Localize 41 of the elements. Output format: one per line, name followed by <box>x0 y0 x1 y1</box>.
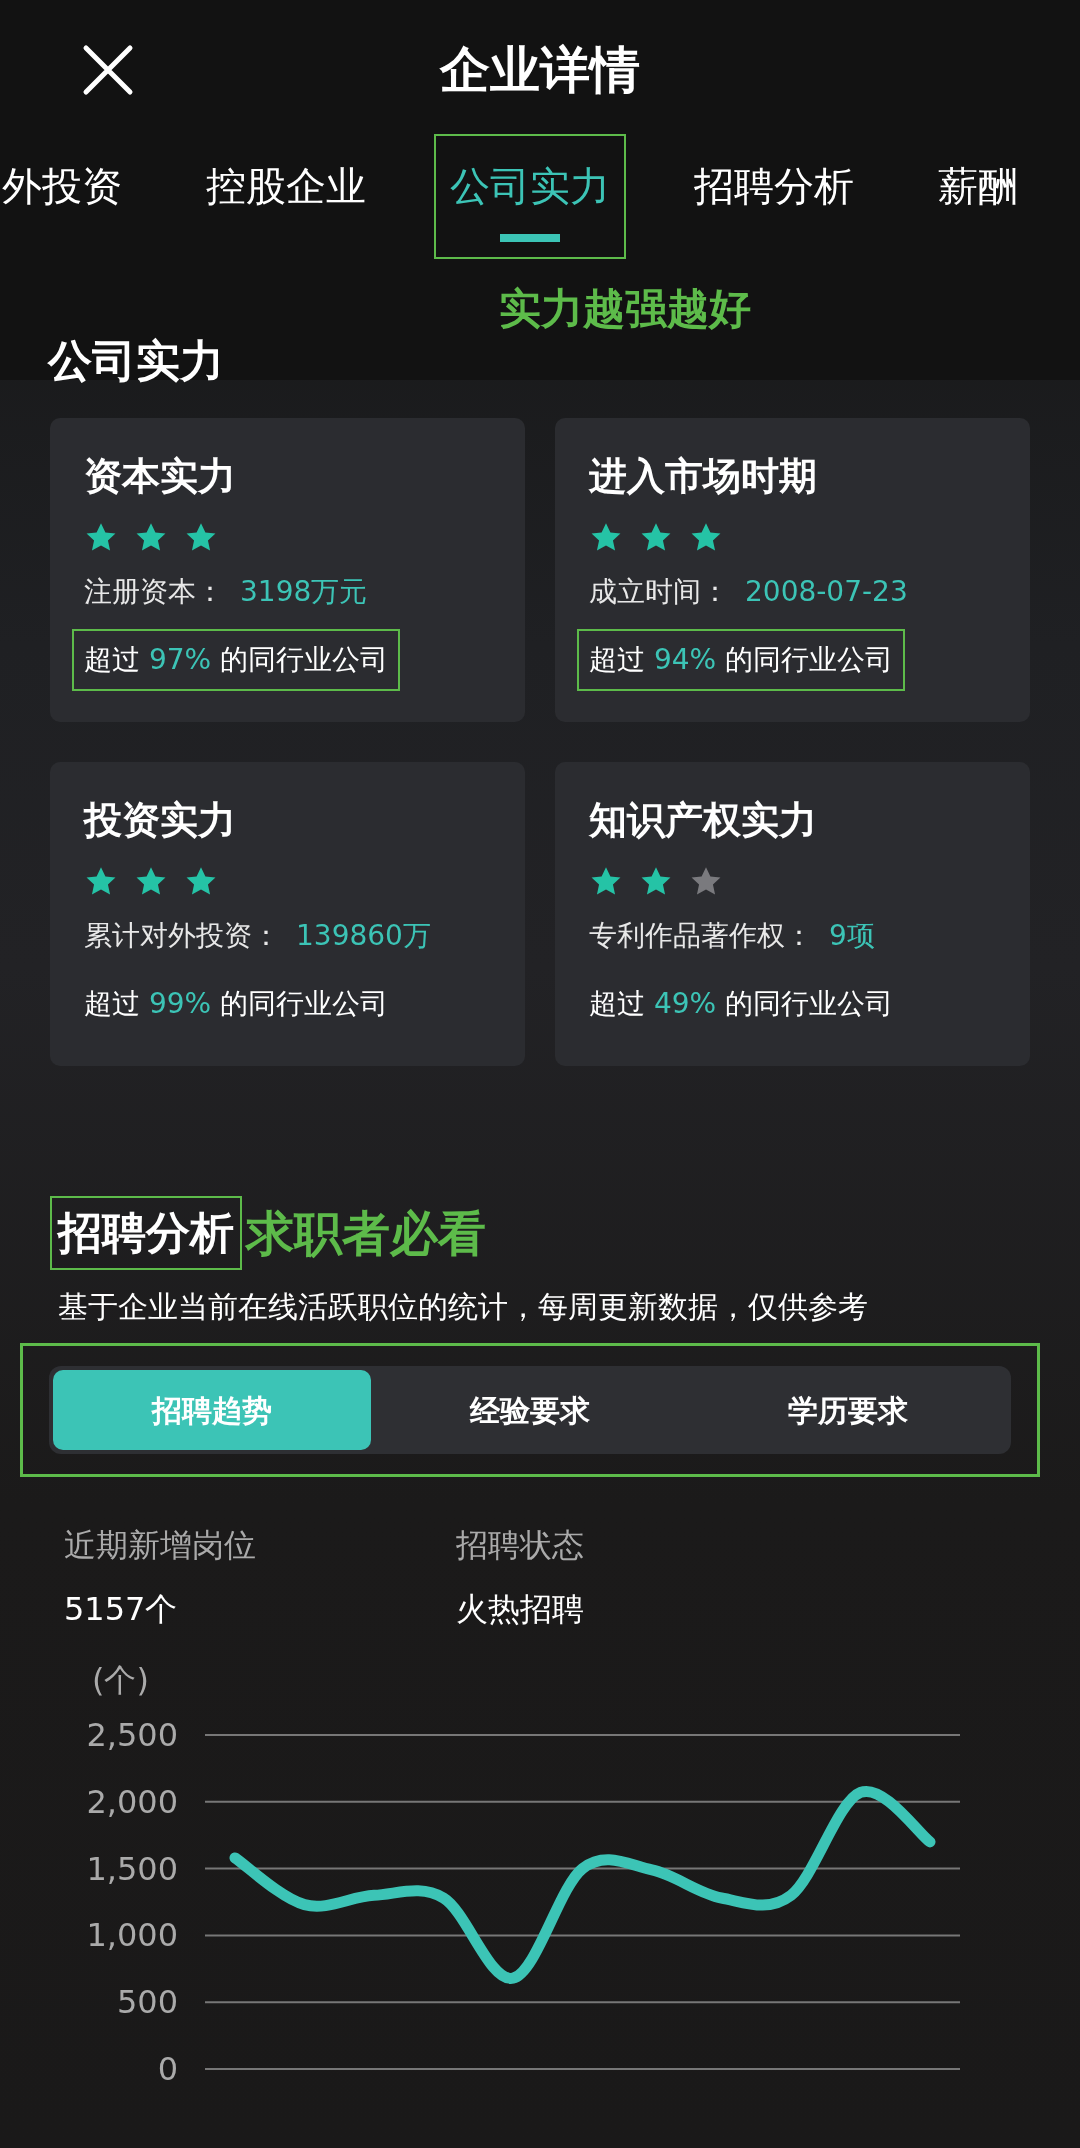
comparison-text: 超过 49% 的同行业公司 <box>588 986 895 1022</box>
card-title: 投资实力 <box>84 797 237 844</box>
axis-tick-label: 1,500 <box>86 1849 178 1888</box>
field-label: 专利作品著作权： <box>589 918 813 954</box>
section-title: 招聘分析 <box>50 1196 242 1270</box>
description-text: 基于企业当前在线活跃职位的统计，每周更新数据，仅供参考 <box>57 1288 869 1326</box>
card-title: 知识产权实力 <box>589 797 818 844</box>
comparison-text: 超过 94% 的同行业公司 <box>577 629 906 691</box>
tab[interactable]: 外投资 <box>0 134 138 259</box>
axis-tick-label: 0 <box>157 2050 178 2088</box>
stat-label: 近期新增岗位 <box>64 1525 257 1566</box>
annotation-note: 实力越强越好 <box>499 283 751 335</box>
field-label: 成立时间： <box>589 574 729 610</box>
axis-tick-label: 2,000 <box>86 1782 178 1821</box>
stat-value: 火热招聘 <box>456 1589 585 1630</box>
field-value: 9项 <box>829 918 875 954</box>
axis-tick-label: 2,500 <box>86 1716 178 1754</box>
field-value: 2008-07-23 <box>745 574 908 610</box>
annotation-note: 求职者必看 <box>246 1204 486 1263</box>
section-title: 公司实力 <box>48 334 225 388</box>
page-title: 企业详情 <box>440 39 640 101</box>
field-value: 139860万 <box>296 918 431 954</box>
stat-label: 招聘状态 <box>456 1525 585 1566</box>
tab[interactable]: 薪酬 <box>922 134 1034 259</box>
axis-tick-label: 1,000 <box>86 1916 178 1955</box>
field-label: 累计对外投资： <box>84 918 280 954</box>
tab[interactable]: 控股企业 <box>190 134 382 259</box>
segment-tab[interactable]: 经验要求 <box>371 1370 689 1450</box>
card-title: 资本实力 <box>84 453 237 500</box>
comparison-text: 超过 97% 的同行业公司 <box>72 629 401 691</box>
segment-tab[interactable]: 学历要求 <box>689 1370 1007 1450</box>
tab[interactable]: 招聘分析 <box>678 134 870 259</box>
axis-tick-label: 500 <box>116 1983 178 2022</box>
close-icon[interactable] <box>82 44 134 96</box>
field-label: 注册资本： <box>84 574 224 610</box>
field-value: 3198万元 <box>240 574 368 610</box>
tab[interactable]: 公司实力 <box>434 134 626 259</box>
card-title: 进入市场时期 <box>589 453 818 500</box>
comparison-text: 超过 99% 的同行业公司 <box>83 986 390 1022</box>
stat-value: 5157个 <box>64 1589 179 1630</box>
axis-unit-label: (个) <box>92 1661 149 1699</box>
